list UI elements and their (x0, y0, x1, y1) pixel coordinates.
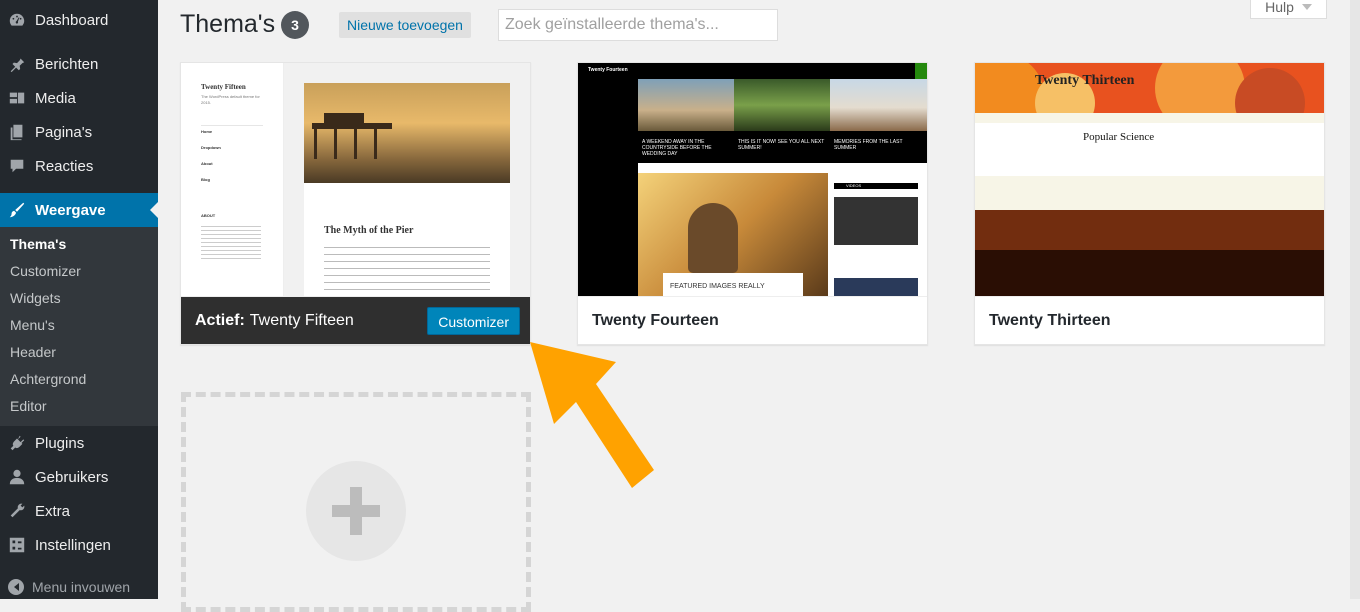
theme-card-twenty-fourteen[interactable]: Twenty Fourteen A WEEKEND AWAY IN THE CO… (577, 62, 928, 345)
sidebar-item-label: Weergave (35, 201, 106, 219)
sidebar-item-dashboard[interactable]: Dashboard (0, 3, 158, 37)
submenu-item-background[interactable]: Achtergrond (0, 366, 158, 393)
sidebar-item-media[interactable]: Media (0, 81, 158, 115)
sidebar-item-weergave[interactable]: Weergave (0, 193, 158, 227)
customize-button[interactable]: Customizer (427, 307, 520, 335)
add-new-theme-card[interactable] (181, 392, 531, 612)
theme-count-badge: 3 (281, 11, 309, 39)
caret-down-icon (1301, 4, 1312, 15)
preview-post-title: The Myth of the Pier (324, 225, 414, 236)
submenu-item-editor[interactable]: Editor (0, 393, 158, 420)
preview-nav-item: Blog (201, 177, 210, 182)
collapse-menu-label: Menu invouwen (32, 579, 131, 595)
sidebar-item-extra[interactable]: Extra (0, 494, 158, 528)
settings-icon (8, 536, 26, 554)
theme-card-twenty-thirteen[interactable]: Twenty Thirteen Popular Science Twenty T… (974, 62, 1325, 345)
theme-screenshot: Twenty Fourteen A WEEKEND AWAY IN THE CO… (578, 63, 927, 296)
submenu-item-themes[interactable]: Thema's (0, 231, 158, 258)
main-content: Thema's 3 Nieuwe toevoegen Hulp Twenty F… (158, 0, 1360, 612)
theme-name: Twenty Fourteen (592, 311, 719, 329)
sidebar-item-berichten[interactable]: Berichten (0, 47, 158, 81)
users-icon (8, 468, 26, 486)
preview-nav-item: Dropdown (201, 145, 221, 150)
preview-photo (734, 79, 830, 131)
theme-screenshot: Twenty Fifteen The WordPress default the… (181, 63, 530, 296)
sidebar-item-label: Instellingen (35, 536, 111, 554)
pin-icon (8, 55, 26, 73)
sidebar-item-gebruikers[interactable]: Gebruikers (0, 460, 158, 494)
scrollbar[interactable] (1350, 0, 1360, 599)
sidebar-item-paginas[interactable]: Pagina's (0, 115, 158, 149)
theme-name-bar: Actief: Twenty Fifteen Customizer (181, 296, 530, 344)
sidebar-item-plugins[interactable]: Plugins (0, 426, 158, 460)
appearance-icon (8, 201, 26, 219)
preview-photo (638, 79, 734, 131)
active-label: Actief: (195, 311, 245, 329)
theme-name: Twenty Fifteen (249, 311, 354, 329)
theme-name-bar: Twenty Fourteen (578, 296, 927, 344)
sidebar-item-label: Dashboard (35, 11, 109, 29)
submenu-item-widgets[interactable]: Widgets (0, 285, 158, 312)
media-icon (8, 89, 26, 107)
preview-video-label: VIDEOS (846, 183, 862, 188)
preview-nav-item: About (201, 161, 213, 166)
dashboard-icon (8, 11, 26, 29)
theme-name: Twenty Thirteen (989, 311, 1111, 329)
pages-icon (8, 123, 26, 141)
preview-featured-caption: FEATURED IMAGES REALLY (670, 283, 765, 290)
plugins-icon (8, 434, 26, 452)
preview-nav-item: Home (201, 129, 213, 134)
arrow-annotation-icon (530, 342, 654, 488)
help-tab-button[interactable]: Hulp (1250, 0, 1327, 19)
sidebar-item-label: Berichten (35, 55, 99, 73)
sidebar-item-reacties[interactable]: Reacties (0, 149, 158, 183)
theme-screenshot: Twenty Thirteen Popular Science (975, 63, 1324, 296)
sidebar-item-label: Pagina's (35, 123, 93, 141)
preview-featured-photo: FEATURED IMAGES REALLY (638, 173, 828, 296)
preview-caption: THIS IS IT NOW! SEE YOU ALL NEXT SUMMER! (738, 139, 825, 151)
preview-site-title: Twenty Fourteen (588, 67, 628, 73)
submenu-item-header[interactable]: Header (0, 339, 158, 366)
sidebar-item-label: Gebruikers (35, 468, 109, 486)
sidebar-item-label: Extra (35, 502, 71, 520)
appearance-submenu: Thema's Customizer Widgets Menu's Header… (0, 227, 158, 426)
preview-widget-title: ABOUT (201, 213, 216, 218)
add-new-theme-button[interactable]: Nieuwe toevoegen (339, 12, 471, 38)
sidebar-item-instellingen[interactable]: Instellingen (0, 528, 158, 562)
comments-icon (8, 157, 26, 175)
theme-name-bar: Twenty Thirteen (975, 296, 1324, 344)
sidebar-item-label: Media (35, 89, 76, 107)
submenu-item-menus[interactable]: Menu's (0, 312, 158, 339)
admin-sidebar: Dashboard Berichten Media Pagina's React… (0, 0, 158, 599)
sidebar-item-label: Plugins (35, 434, 85, 452)
preview-photo (830, 79, 927, 131)
submenu-item-customizer[interactable]: Customizer (0, 258, 158, 285)
help-label: Hulp (1265, 0, 1294, 15)
tools-icon (8, 502, 26, 520)
search-installed-themes-input[interactable] (498, 9, 778, 41)
preview-site-title: Twenty Thirteen (1035, 73, 1135, 88)
preview-tagline: The WordPress default theme for 2015. (201, 94, 260, 105)
collapse-menu-button[interactable]: Menu invouwen (0, 574, 130, 600)
theme-card-twenty-fifteen[interactable]: Twenty Fifteen The WordPress default the… (180, 62, 531, 345)
preview-caption: MEMORIES FROM THE LAST SUMMER (834, 139, 903, 151)
preview-header-circles: Twenty Thirteen (975, 63, 1324, 113)
plus-icon (306, 461, 406, 561)
preview-site-title: Twenty Fifteen (201, 83, 246, 91)
page-title: Thema's (180, 10, 276, 38)
sidebar-item-label: Reacties (35, 157, 94, 175)
preview-caption: A WEEKEND AWAY IN THE COUNTRYSIDE BEFORE… (642, 139, 712, 157)
collapse-arrow-icon (8, 579, 24, 595)
pier-photo (304, 83, 510, 183)
preview-post-title: Popular Science (1083, 131, 1155, 143)
